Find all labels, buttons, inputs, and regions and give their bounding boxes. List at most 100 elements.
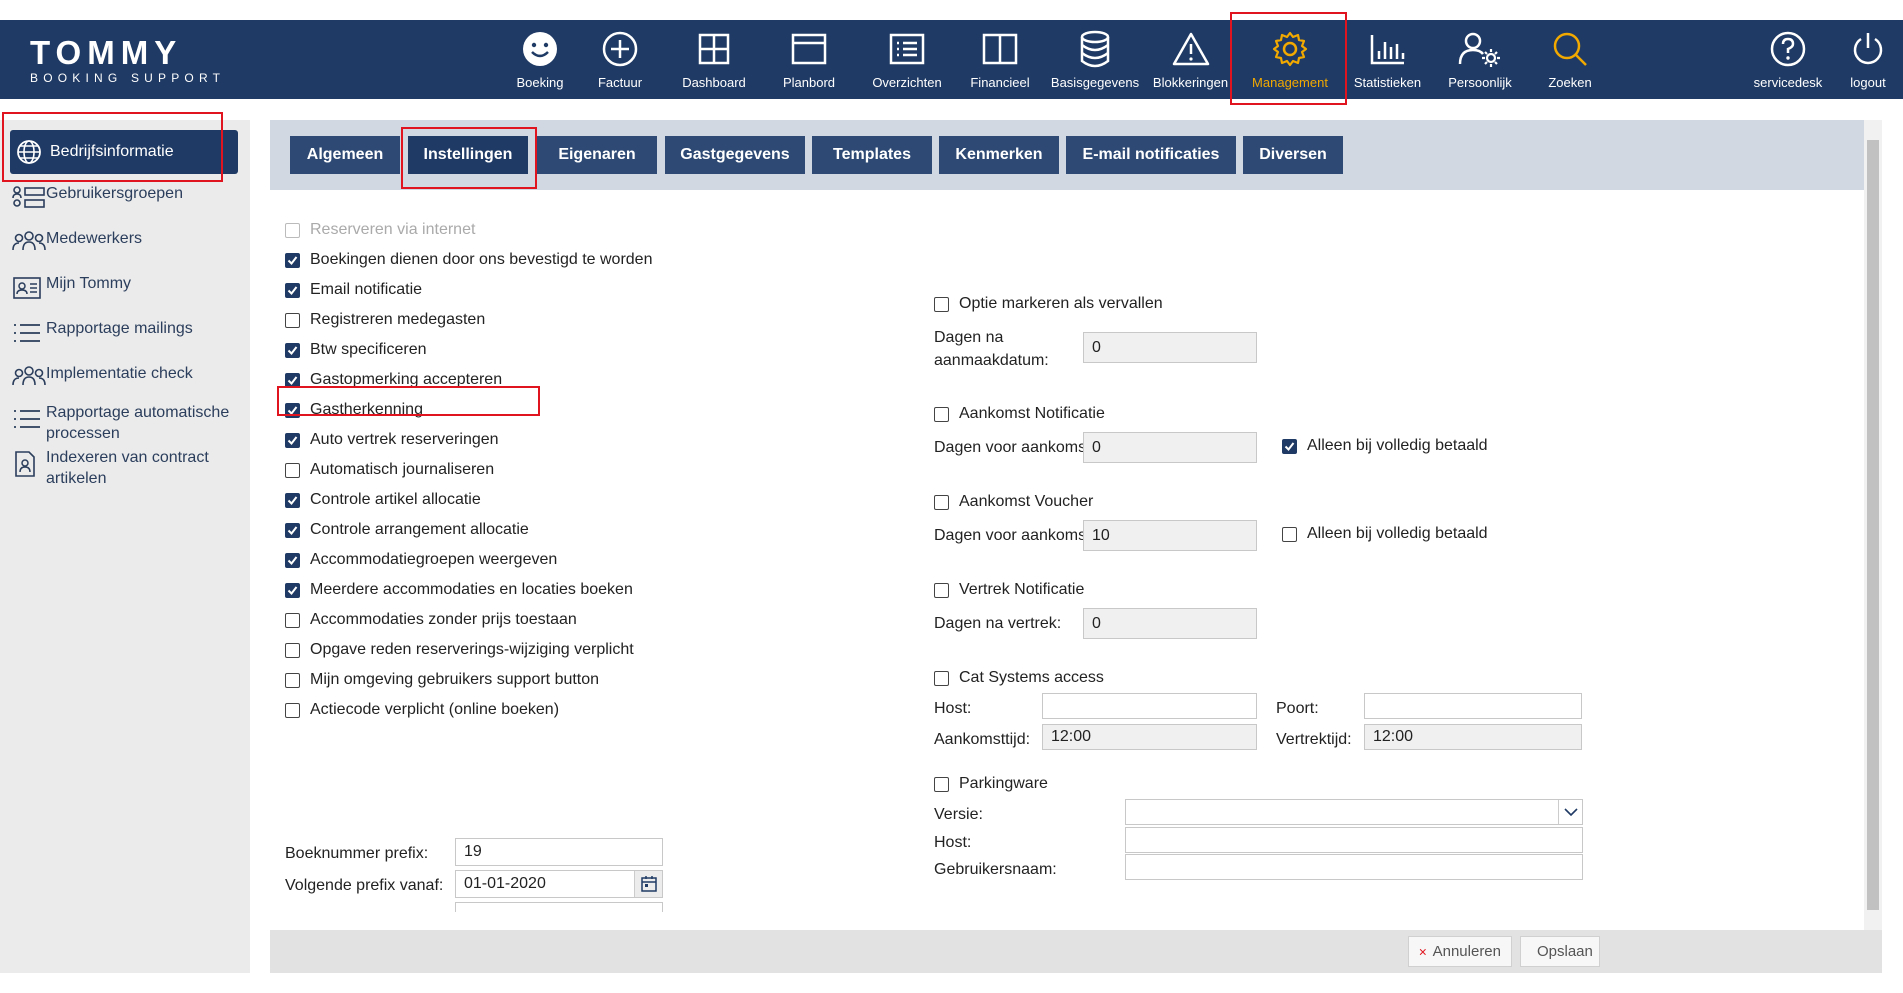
setting-checkbox-row[interactable]: Meerdere accommodaties en locaties boeke… (285, 581, 633, 599)
calendar-icon[interactable] (634, 871, 662, 897)
tab-templates[interactable]: Templates (812, 136, 932, 174)
setting-checkbox-row[interactable]: Accommodaties zonder prijs toestaan (285, 611, 577, 629)
tab-instellingen[interactable]: Instellingen (408, 136, 528, 174)
checkbox-box[interactable] (285, 462, 300, 478)
cat-host-input[interactable] (1042, 693, 1257, 719)
checkbox-box[interactable] (285, 582, 300, 598)
tab-eigenaren[interactable]: Eigenaren (537, 136, 657, 174)
tab-kenmerken[interactable]: Kenmerken (939, 136, 1059, 174)
aankomst-notif-betaald-checkbox[interactable]: Alleen bij volledig betaald (1282, 437, 1488, 455)
setting-checkbox-row[interactable]: Btw specificeren (285, 341, 427, 359)
checkbox-box[interactable] (285, 342, 300, 358)
nav-management[interactable]: Management (1235, 20, 1345, 99)
sidebar-item-rapportage-mailings[interactable]: Rapportage mailings (12, 320, 193, 346)
setting-checkbox-row[interactable]: Gastopmerking accepteren (285, 371, 502, 389)
checkbox-box[interactable] (285, 672, 300, 688)
nav-logout[interactable]: logout (1838, 20, 1898, 99)
setting-checkbox-row[interactable]: Controle artikel allocatie (285, 491, 481, 509)
sidebar-item-indexeren-contract-artikelen[interactable]: Indexeren van contract artikelen (12, 447, 240, 489)
opslaan-button[interactable]: Opslaan (1520, 936, 1600, 967)
chevron-down-icon[interactable] (1558, 800, 1582, 824)
scrollbar-thumb[interactable] (1867, 140, 1879, 910)
setting-checkbox-row[interactable]: Gastherkenning (285, 401, 423, 419)
sidebar-item-gebruikersgroepen[interactable]: Gebruikersgroepen (12, 185, 183, 211)
checkbox-label: Gastopmerking accepteren (310, 371, 503, 388)
tab-gastgegevens[interactable]: Gastgegevens (665, 136, 805, 174)
checkbox-box[interactable] (285, 312, 300, 328)
checkbox-box[interactable] (934, 296, 949, 312)
nav-factuur[interactable]: Factuur (580, 20, 660, 99)
aankomst-notif-dagen-input[interactable]: 0 (1083, 432, 1257, 463)
parkingware-checkbox[interactable]: Parkingware (934, 775, 1048, 793)
nav-servicedesk[interactable]: servicedesk (1748, 20, 1828, 99)
setting-checkbox-row[interactable]: Registreren medegasten (285, 311, 485, 329)
setting-checkbox-row[interactable]: Opgave reden reserverings-wijziging verp… (285, 641, 634, 659)
nav-zoeken[interactable]: Zoeken (1535, 20, 1605, 99)
setting-checkbox-row[interactable]: Controle arrangement allocatie (285, 521, 529, 539)
nav-statistieken[interactable]: Statistieken (1345, 20, 1430, 99)
checkbox-box[interactable] (934, 670, 949, 686)
volgende-prefix-date-input[interactable]: 01-01-2020 (455, 870, 663, 898)
nav-financieel[interactable]: Financieel (960, 20, 1040, 99)
checkbox-box[interactable] (1282, 438, 1297, 454)
checkbox-box[interactable] (285, 432, 300, 448)
optie-markeren-checkbox[interactable]: Optie markeren als vervallen (934, 295, 1163, 313)
checkbox-box[interactable] (934, 406, 949, 422)
nav-basisgegevens[interactable]: Basisgegevens (1045, 20, 1145, 99)
setting-checkbox-row[interactable]: Automatisch journaliseren (285, 461, 494, 479)
checkbox-box[interactable] (285, 612, 300, 628)
nav-persoonlijk[interactable]: Persoonlijk (1435, 20, 1525, 99)
poort-input[interactable] (1364, 693, 1582, 719)
vertical-scrollbar[interactable] (1864, 120, 1882, 930)
aankomst-voucher-dagen-input[interactable]: 10 (1083, 520, 1257, 551)
setting-checkbox-row[interactable]: Email notificatie (285, 281, 422, 299)
checkbox-box[interactable] (934, 494, 949, 510)
checkbox-box[interactable] (285, 522, 300, 538)
aankomst-voucher-betaald-checkbox[interactable]: Alleen bij volledig betaald (1282, 525, 1488, 543)
setting-checkbox-row[interactable]: Auto vertrek reserveringen (285, 431, 499, 449)
next-field-partial[interactable] (455, 902, 663, 912)
tab-email-notificaties[interactable]: E-mail notificaties (1066, 136, 1236, 174)
setting-checkbox-row[interactable]: Accommodatiegroepen weergeven (285, 551, 557, 569)
nav-boeking[interactable]: Boeking (500, 20, 580, 99)
aankomsttijd-input[interactable]: 12:00 (1042, 724, 1257, 750)
sidebar-item-rapportage-automatische-processen[interactable]: Rapportage automatische processen (12, 402, 240, 444)
tommy-logo[interactable]: TOMMY BOOKING SUPPORT (30, 36, 240, 86)
checkbox-box[interactable] (1282, 526, 1297, 542)
checkbox-box[interactable] (285, 492, 300, 508)
checkbox-box[interactable] (285, 552, 300, 568)
pw-host-input[interactable] (1125, 827, 1583, 853)
boeknummer-prefix-input[interactable]: 19 (455, 838, 663, 866)
dagen-na-aanmaak-input[interactable]: 0 (1083, 332, 1257, 363)
annuleren-button[interactable]: Annuleren (1408, 936, 1512, 967)
aankomst-notificatie-checkbox[interactable]: Aankomst Notificatie (934, 405, 1105, 423)
nav-blokkeringen[interactable]: Blokkeringen (1148, 20, 1233, 99)
sidebar-item-mijn-tommy[interactable]: Mijn Tommy (12, 275, 131, 301)
checkbox-box[interactable] (285, 702, 300, 718)
checkbox-box[interactable] (285, 282, 300, 298)
versie-select[interactable] (1125, 799, 1583, 825)
sidebar-item-implementatie-check[interactable]: Implementatie check (12, 365, 193, 391)
tab-diversen[interactable]: Diversen (1243, 136, 1343, 174)
cat-systems-checkbox[interactable]: Cat Systems access (934, 669, 1104, 687)
nav-planbord[interactable]: Planbord (769, 20, 849, 99)
gebruikersnaam-input[interactable] (1125, 854, 1583, 880)
checkbox-box[interactable] (934, 582, 949, 598)
sidebar-item-bedrijfsinformatie[interactable]: Bedrijfsinformatie (10, 130, 238, 174)
vertrek-dagen-input[interactable]: 0 (1083, 608, 1257, 639)
sidebar-item-medewerkers[interactable]: Medewerkers (12, 230, 142, 256)
setting-checkbox-row[interactable]: Mijn omgeving gebruikers support button (285, 671, 599, 689)
aankomst-voucher-checkbox[interactable]: Aankomst Voucher (934, 493, 1093, 511)
nav-dashboard[interactable]: Dashboard (674, 20, 754, 99)
tab-algemeen[interactable]: Algemeen (290, 136, 400, 174)
nav-overzichten[interactable]: Overzichten (862, 20, 952, 99)
checkbox-box[interactable] (285, 642, 300, 658)
setting-checkbox-row[interactable]: Actiecode verplicht (online boeken) (285, 701, 559, 719)
checkbox-box[interactable] (285, 402, 300, 418)
checkbox-box[interactable] (934, 776, 949, 792)
vertrek-notificatie-checkbox[interactable]: Vertrek Notificatie (934, 581, 1084, 599)
vertrektijd-input[interactable]: 12:00 (1364, 724, 1582, 750)
checkbox-box[interactable] (285, 252, 300, 268)
checkbox-box[interactable] (285, 372, 300, 388)
setting-checkbox-row[interactable]: Boekingen dienen door ons bevestigd te w… (285, 251, 652, 269)
